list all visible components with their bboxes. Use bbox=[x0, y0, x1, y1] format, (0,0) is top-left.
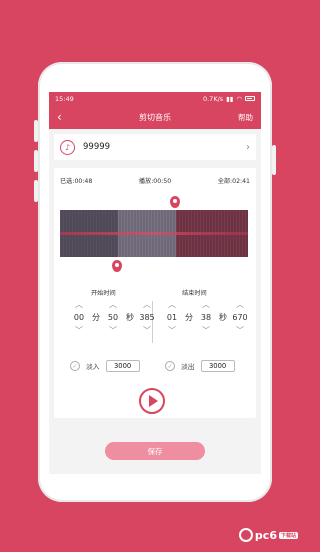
music-note-icon: ♪ bbox=[60, 139, 75, 155]
fade-in-input[interactable]: 3000 bbox=[105, 360, 140, 372]
network-speed: 0.7K/s bbox=[202, 94, 224, 103]
end-millis-value: 670 bbox=[232, 313, 248, 322]
start-seconds-spinner[interactable]: ︿ 50 ﹀ bbox=[101, 299, 125, 337]
watermark-sub: 下载站 bbox=[278, 531, 298, 539]
fade-in-label: 淡入 bbox=[86, 363, 100, 371]
unit-label: . 分 bbox=[184, 299, 194, 337]
minutes-unit: 分 bbox=[92, 313, 100, 322]
song-selector[interactable]: ♪ 99999 › bbox=[54, 134, 256, 160]
total-duration: 全部:02:41 bbox=[217, 178, 250, 185]
page-title: 剪切音乐 bbox=[139, 112, 171, 122]
waveform-signal bbox=[60, 232, 248, 235]
end-seconds-value: 38 bbox=[200, 313, 212, 322]
unit-label: . 秒 bbox=[125, 299, 135, 337]
start-marker-handle[interactable] bbox=[112, 260, 122, 272]
waveform[interactable] bbox=[60, 210, 248, 257]
chevron-down-icon[interactable]: ﹀ bbox=[194, 325, 218, 337]
back-arrow-icon[interactable]: ‹ bbox=[57, 111, 62, 123]
title-bar: ‹ 剪切音乐 帮助 bbox=[49, 105, 261, 129]
fade-out-input[interactable]: 3000 bbox=[200, 360, 235, 372]
chevron-down-icon[interactable]: ﹀ bbox=[228, 325, 252, 337]
watermark-logo: pc6 下载站 bbox=[238, 528, 298, 542]
chevron-up-icon[interactable]: ︿ bbox=[160, 299, 184, 311]
status-time: 15:49 bbox=[55, 94, 74, 103]
end-minutes-spinner[interactable]: ︿ 01 ﹀ bbox=[160, 299, 184, 337]
start-time-stepper: ︿ 00 ﹀ . 分 ︿ 50 ﹀ . 秒 ︿ 385 ﹀ bbox=[67, 299, 159, 337]
seconds-unit: 秒 bbox=[126, 313, 134, 322]
minutes-unit: 分 bbox=[185, 313, 193, 322]
playhead-marker[interactable] bbox=[170, 196, 180, 208]
selected-duration: 已选:00:48 bbox=[60, 178, 93, 185]
end-millis-spinner[interactable]: ︿ 670 ﹀ bbox=[228, 299, 252, 337]
chevron-up-icon[interactable]: ︿ bbox=[67, 299, 91, 311]
fade-out-label: 淡出 bbox=[181, 363, 195, 371]
end-seconds-spinner[interactable]: ︿ 38 ﹀ bbox=[194, 299, 218, 337]
signal-icon: ▮▮ bbox=[226, 94, 234, 103]
status-bar: 15:49 0.7K/s ▮▮ ◠ bbox=[49, 92, 261, 105]
song-name: 99999 bbox=[83, 142, 111, 152]
phone-side-button bbox=[34, 150, 38, 172]
start-minutes-spinner[interactable]: ︿ 00 ﹀ bbox=[67, 299, 91, 337]
edit-panel: 已选:00:48 播放:00:50 全部:02:41 开始时间 结束时间 ︿ 0… bbox=[54, 168, 256, 418]
play-position: 播放:00:50 bbox=[138, 178, 172, 185]
watermark-circle-icon bbox=[238, 528, 253, 542]
end-time-stepper: ︿ 01 ﹀ . 分 ︿ 38 ﹀ . 秒 ︿ 670 ﹀ bbox=[160, 299, 252, 337]
start-millis-value: 385 bbox=[139, 313, 155, 322]
help-button[interactable]: 帮助 bbox=[238, 112, 253, 123]
save-button[interactable]: 保存 bbox=[105, 442, 205, 460]
start-minutes-value: 00 bbox=[73, 313, 85, 322]
app-screen: 15:49 0.7K/s ▮▮ ◠ ‹ 剪切音乐 帮助 ♪ 99999 › 已选… bbox=[49, 92, 261, 474]
phone-side-button bbox=[34, 180, 38, 202]
battery-icon bbox=[245, 96, 255, 101]
chevron-up-icon[interactable]: ︿ bbox=[194, 299, 218, 311]
fade-in-row: ✓ 淡入 3000 bbox=[70, 360, 140, 372]
fade-out-checkbox[interactable]: ✓ bbox=[165, 361, 175, 371]
chevron-down-icon[interactable]: ﹀ bbox=[135, 325, 159, 337]
seconds-unit: 秒 bbox=[219, 313, 227, 322]
chevron-right-icon: › bbox=[246, 141, 250, 153]
fade-out-row: ✓ 淡出 3000 bbox=[165, 360, 235, 372]
phone-side-button bbox=[272, 145, 276, 175]
end-minutes-value: 01 bbox=[166, 313, 178, 322]
chevron-up-icon[interactable]: ︿ bbox=[228, 299, 252, 311]
start-millis-spinner[interactable]: ︿ 385 ﹀ bbox=[135, 299, 159, 337]
chevron-up-icon[interactable]: ︿ bbox=[101, 299, 125, 311]
watermark-text: pc6 bbox=[254, 528, 277, 542]
wifi-icon: ◠ bbox=[236, 94, 242, 103]
start-seconds-value: 50 bbox=[107, 313, 119, 322]
fade-in-checkbox[interactable]: ✓ bbox=[70, 361, 80, 371]
chevron-down-icon[interactable]: ﹀ bbox=[67, 325, 91, 337]
time-info-row: 已选:00:48 播放:00:50 全部:02:41 bbox=[54, 168, 256, 185]
chevron-down-icon[interactable]: ﹀ bbox=[160, 325, 184, 337]
play-button[interactable] bbox=[139, 388, 165, 414]
unit-label: . 分 bbox=[91, 299, 101, 337]
start-time-title: 开始时间 bbox=[91, 290, 116, 297]
chevron-up-icon[interactable]: ︿ bbox=[135, 299, 159, 311]
phone-side-button bbox=[34, 120, 38, 142]
chevron-down-icon[interactable]: ﹀ bbox=[101, 325, 125, 337]
end-time-title: 结束时间 bbox=[182, 290, 207, 297]
unit-label: . 秒 bbox=[218, 299, 228, 337]
